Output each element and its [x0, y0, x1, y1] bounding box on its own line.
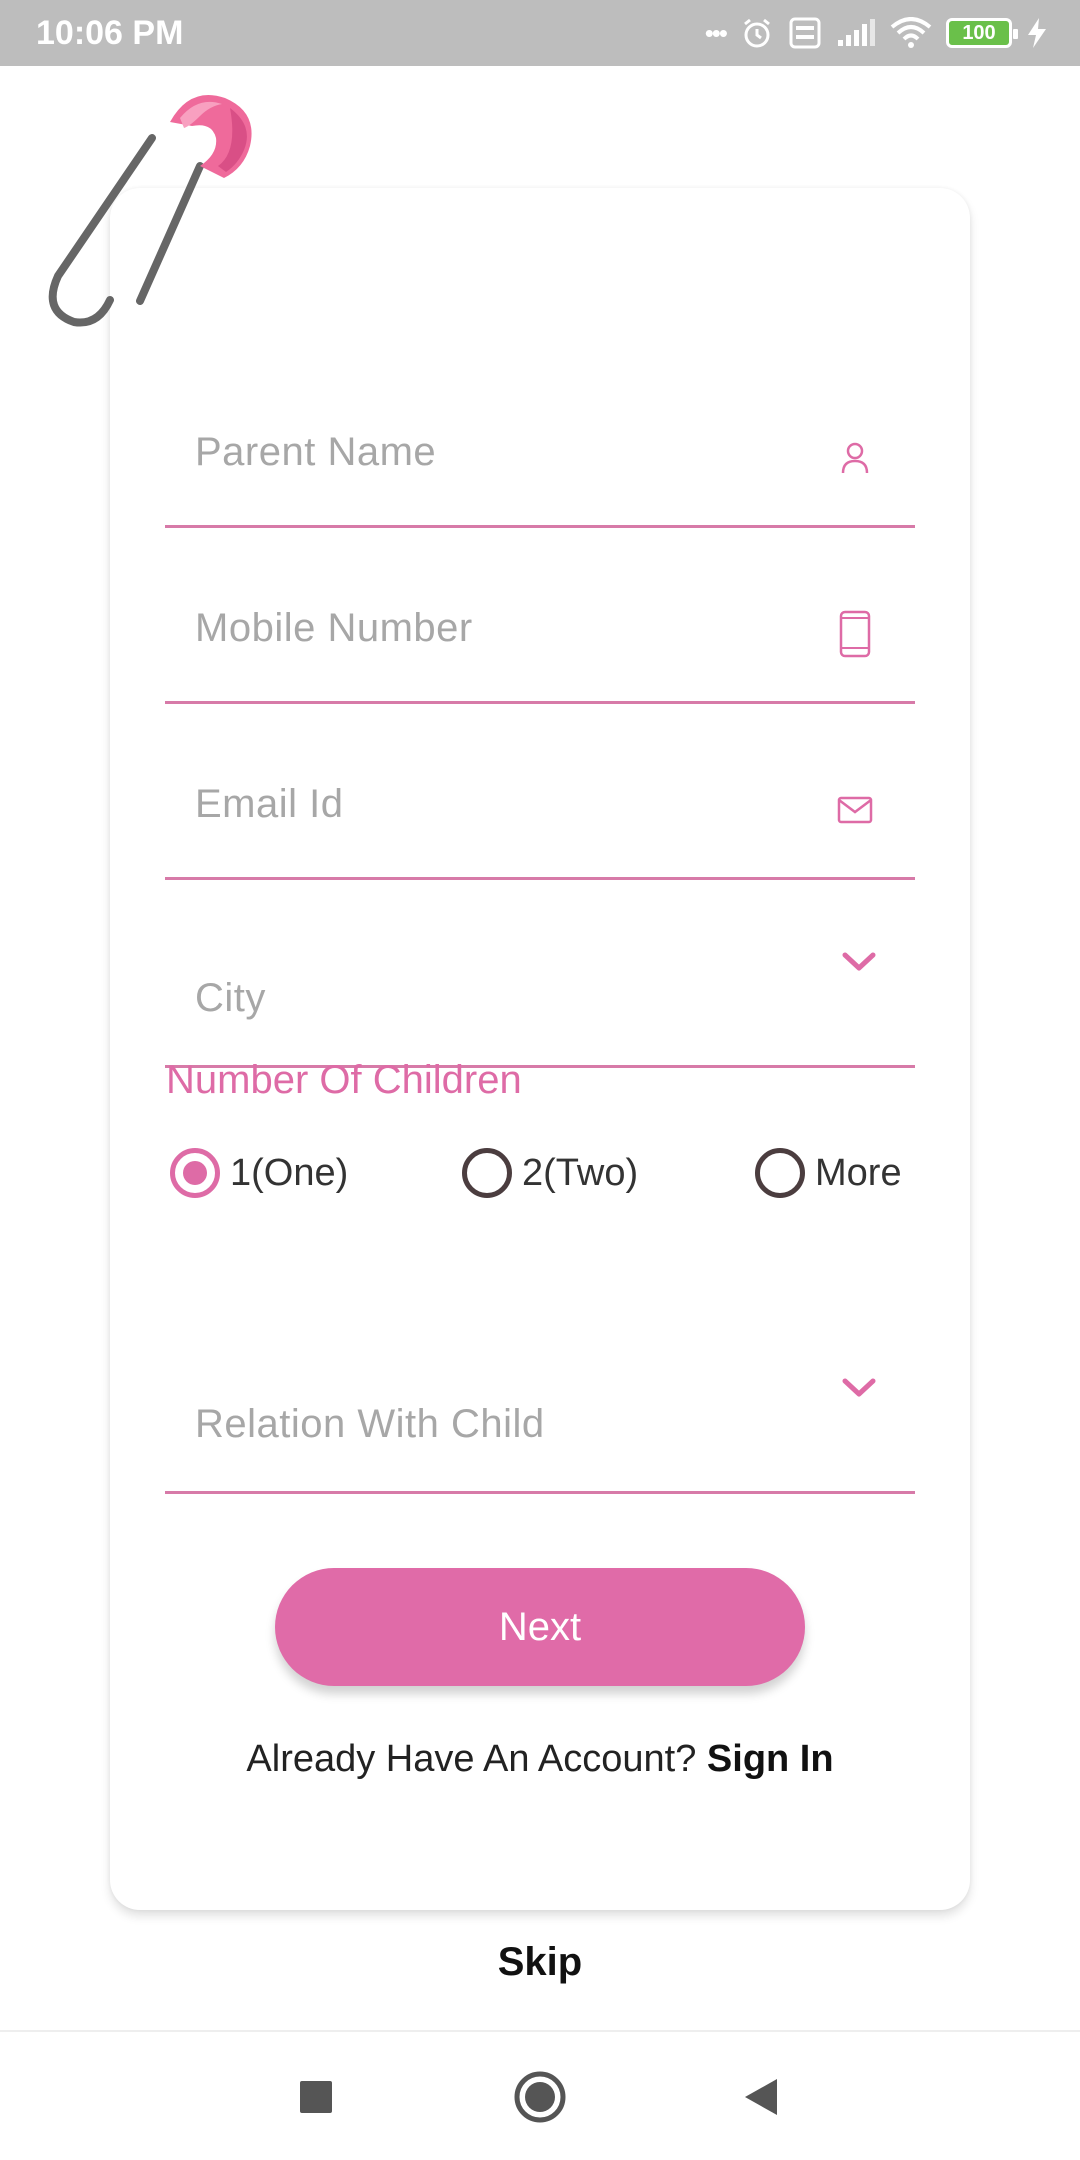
- charging-icon: [1028, 18, 1046, 48]
- battery-level: 100: [962, 21, 996, 44]
- registration-card: Parent Name Mobile Number Email Id City …: [110, 188, 970, 1910]
- next-button[interactable]: Next: [275, 1568, 805, 1686]
- wifi-icon: [890, 17, 932, 48]
- chevron-down-icon: [839, 939, 879, 985]
- radio-unchecked-icon: [755, 1148, 805, 1198]
- relation-select[interactable]: Relation With Child: [165, 1378, 915, 1494]
- alarm-icon: [744, 18, 770, 48]
- radio-two[interactable]: 2(Two): [462, 1148, 638, 1198]
- email-field[interactable]: Email Id: [165, 780, 915, 880]
- recent-apps-icon: [300, 2081, 332, 2113]
- navigation-bar: [0, 2030, 1080, 2160]
- children-section-label: Number Of Children: [166, 1058, 522, 1102]
- signin-prompt: Already Have An Account? Sign In: [110, 1738, 970, 1781]
- status-icons: ••• 100: [705, 16, 1048, 50]
- battery-icon: 100: [946, 18, 1018, 48]
- radio-one[interactable]: 1(One): [170, 1148, 348, 1198]
- status-time: 10:06 PM: [36, 13, 184, 52]
- radio-unchecked-icon: [462, 1148, 512, 1198]
- home-icon: [514, 2071, 566, 2123]
- radio-more[interactable]: More: [755, 1148, 902, 1198]
- volte-icon: [789, 17, 821, 49]
- chevron-down-icon: [839, 1365, 879, 1411]
- parent-name-placeholder: Parent Name: [195, 430, 437, 474]
- radio-checked-icon: [170, 1148, 220, 1198]
- status-bar: 10:06 PM ••• 100: [0, 0, 1080, 66]
- email-placeholder: Email Id: [195, 782, 344, 826]
- person-icon: [835, 435, 875, 481]
- back-icon: [745, 2079, 777, 2115]
- signal-icon: [838, 19, 875, 46]
- radio-one-label: 1(One): [230, 1151, 349, 1194]
- parent-name-field[interactable]: Parent Name: [165, 428, 915, 528]
- more-notifications-icon: •••: [704, 17, 728, 48]
- home-button[interactable]: [507, 2064, 573, 2130]
- safety-pin-icon: [48, 95, 252, 327]
- sign-in-link[interactable]: Sign In: [707, 1738, 834, 1780]
- mobile-number-field[interactable]: Mobile Number: [165, 604, 915, 704]
- children-radio-group: 1(One) 2(Two) More: [170, 1148, 930, 1218]
- radio-two-label: 2(Two): [522, 1151, 639, 1194]
- city-select[interactable]: City: [165, 952, 915, 1068]
- back-button[interactable]: [728, 2064, 794, 2130]
- city-placeholder: City: [195, 976, 266, 1020]
- radio-more-label: More: [815, 1151, 902, 1194]
- mobile-number-placeholder: Mobile Number: [195, 606, 473, 650]
- relation-placeholder: Relation With Child: [195, 1402, 545, 1446]
- account-prompt-text: Already Have An Account?: [246, 1738, 707, 1780]
- skip-button[interactable]: Skip: [0, 1940, 1080, 1985]
- phone-icon: [835, 610, 875, 658]
- recent-apps-button[interactable]: [283, 2064, 349, 2130]
- mail-icon: [835, 787, 875, 833]
